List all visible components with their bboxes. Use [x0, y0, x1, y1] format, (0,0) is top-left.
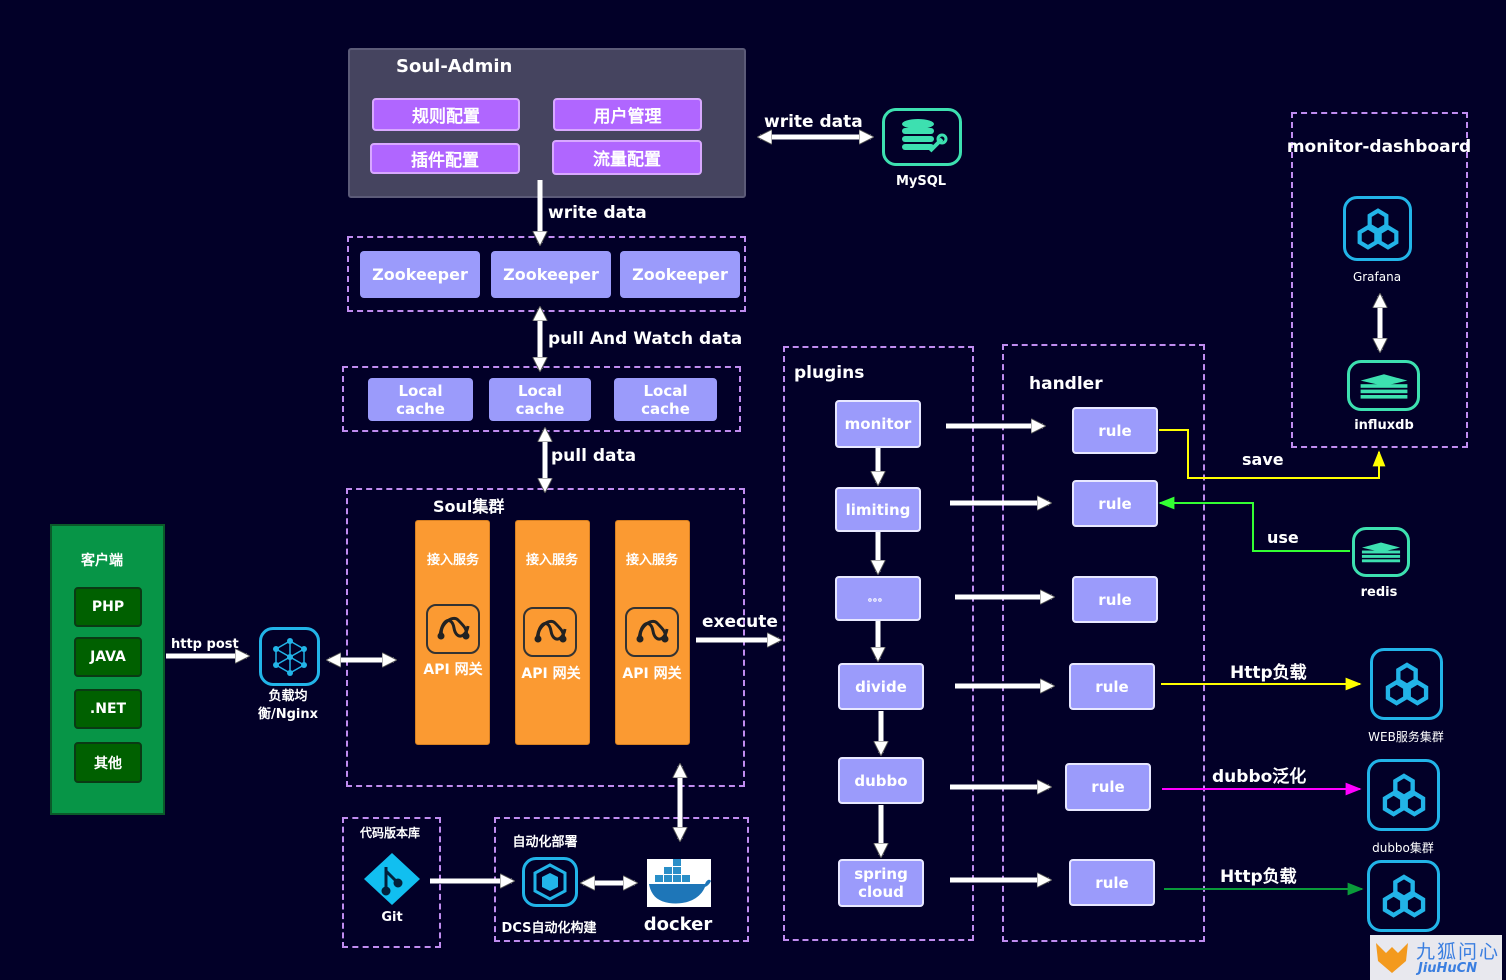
traffic-config-button[interactable]: 流量配置 — [552, 140, 702, 175]
local-cache-node: Local cache — [368, 378, 473, 421]
gateway-service-label: 接入服务 — [426, 553, 480, 568]
dubbo-cluster-icon — [1367, 759, 1440, 831]
gateway-label: API 网关 — [423, 662, 483, 678]
dubbo-generic-label: dubbo泛化 — [1212, 767, 1307, 787]
nginx-label-1: 负载均 — [268, 689, 308, 704]
handler-rule: rule — [1072, 407, 1158, 454]
dubbo-cluster-label: dubbo集群 — [1372, 841, 1434, 855]
monitor-dashboard-title: monitor-dashboard — [1286, 137, 1472, 157]
rule-config-button[interactable]: 规则配置 — [372, 98, 520, 131]
mysql-label: MySQL — [895, 174, 947, 189]
dcs-build-icon — [522, 857, 578, 907]
plugin-config-button[interactable]: 插件配置 — [370, 143, 520, 174]
soul-cluster-title: Soul集群 — [433, 497, 505, 516]
api-gateway-icon — [523, 607, 577, 657]
pull-data-label: pull data — [551, 446, 637, 466]
client-other: 其他 — [74, 742, 142, 783]
git-repo-title: 代码版本库 — [359, 826, 421, 840]
local-cache-node: Local cache — [614, 378, 717, 421]
database-icon — [882, 108, 962, 166]
http-load-label: Http负载 — [1230, 663, 1307, 683]
git-label: Git — [381, 910, 403, 925]
redis-label: redis — [1360, 585, 1398, 600]
execute-label: execute — [702, 612, 778, 632]
gateway-label: API 网关 — [622, 666, 682, 682]
use-label: use — [1267, 528, 1299, 547]
plugin-dubbo: dubbo — [838, 757, 924, 804]
git-icon[interactable] — [362, 853, 422, 905]
zookeeper-node: Zookeeper — [360, 251, 480, 298]
handler-rule: rule — [1065, 763, 1151, 811]
handler-rule: rule — [1072, 480, 1158, 527]
plugin-divide: divide — [838, 663, 924, 710]
handler-rule: rule — [1072, 576, 1158, 623]
plugins-title: plugins — [794, 363, 865, 383]
plugin-more: 。。。 — [835, 576, 921, 621]
client-dotnet: .NET — [74, 689, 142, 729]
http-post-label: http post — [171, 637, 239, 652]
zookeeper-node: Zookeeper — [491, 251, 611, 298]
spring-cluster-icon — [1367, 860, 1440, 932]
save-label: save — [1242, 450, 1284, 469]
client-title: 客户端 — [81, 553, 123, 569]
gateway-service-label: 接入服务 — [625, 553, 679, 568]
local-cache-node: Local cache — [489, 378, 591, 421]
influxdb-icon — [1347, 360, 1420, 411]
gateway-service-label: 接入服务 — [525, 553, 579, 568]
watermark-subtext: JiuHuCN — [1418, 961, 1478, 976]
dcs-label: DCS自动化构建 — [501, 921, 597, 936]
handler-rule: rule — [1069, 859, 1155, 906]
web-cluster-icon — [1370, 648, 1443, 720]
grafana-icon — [1343, 196, 1412, 261]
network-icon — [259, 627, 320, 686]
gateway-label: API 网关 — [521, 666, 581, 682]
redis-icon — [1352, 527, 1410, 577]
handler-title: handler — [1029, 374, 1103, 394]
auto-deploy-title: 自动化部署 — [512, 835, 578, 850]
client-java: JAVA — [74, 637, 142, 677]
plugin-spring-cloud: spring cloud — [838, 859, 924, 907]
soul-admin-title: Soul-Admin — [396, 56, 513, 77]
connector-layer — [166, 0, 1506, 896]
docker-label: docker — [643, 914, 713, 935]
handler-rule: rule — [1069, 663, 1155, 710]
user-management-button[interactable]: 用户管理 — [553, 98, 702, 131]
client-php: PHP — [74, 587, 142, 627]
plugin-limiting: limiting — [835, 487, 921, 532]
watermark-text: 九狐问心 — [1416, 941, 1501, 963]
zookeeper-node: Zookeeper — [620, 251, 740, 298]
nginx-label-2: 衡/Nginx — [257, 707, 319, 722]
plugin-monitor: monitor — [835, 400, 921, 448]
web-cluster-label: WEB服务集群 — [1368, 730, 1444, 744]
pull-watch-label: pull And Watch data — [548, 329, 743, 349]
api-gateway-icon — [625, 607, 679, 657]
api-gateway-icon — [426, 604, 480, 654]
mysql-write-data-label: write data — [764, 112, 863, 132]
influxdb-label: influxdb — [1354, 418, 1414, 433]
http-load-label-2: Http负载 — [1220, 867, 1297, 887]
watermark-logo: 九狐问心 JiuHuCN — [1370, 935, 1502, 980]
grafana-label: Grafana — [1352, 270, 1402, 284]
docker-icon — [647, 859, 711, 907]
zk-write-data-label: write data — [548, 203, 647, 223]
